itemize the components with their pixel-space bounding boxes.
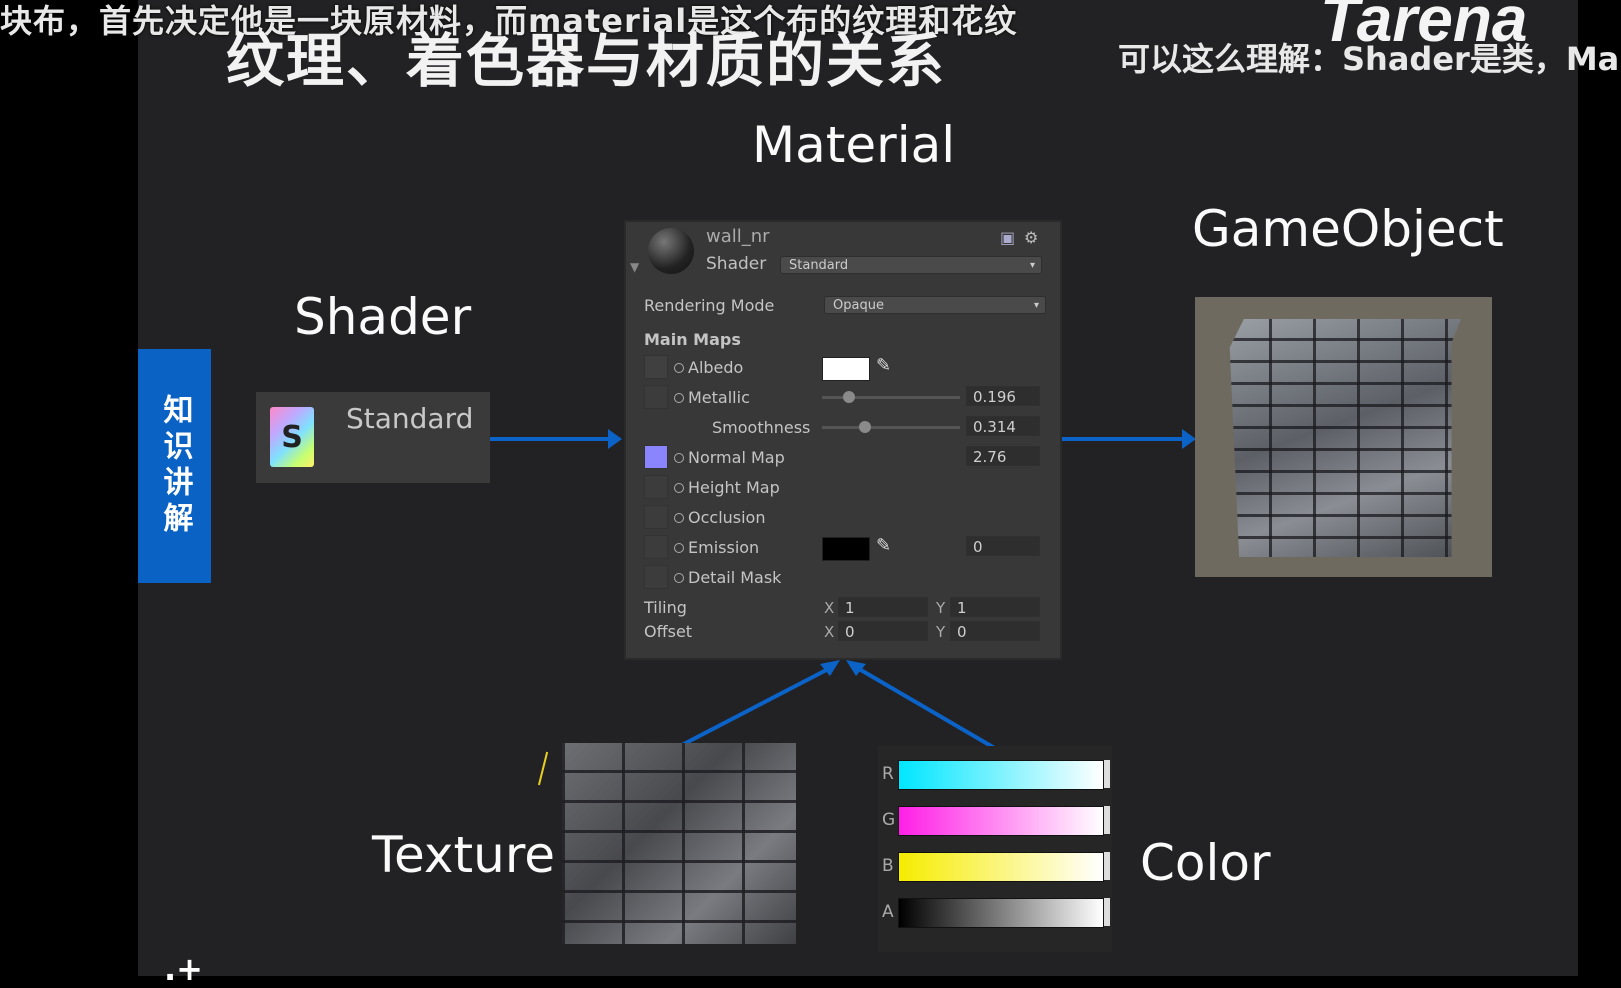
detail-mask-picker-dot-icon[interactable] — [674, 573, 684, 583]
arrow-color-to-material — [852, 664, 1000, 752]
stone-texture-image — [562, 743, 796, 944]
emission-label: Emission — [688, 538, 760, 557]
fold-arrow-icon[interactable]: ▼ — [630, 260, 639, 274]
channel-a-slider[interactable] — [898, 898, 1104, 928]
detail-mask-row: Detail Mask — [674, 568, 781, 587]
smoothness-label: Smoothness — [712, 418, 811, 437]
arrow-texture-to-material — [681, 664, 835, 747]
emission-color-swatch[interactable] — [822, 537, 870, 561]
albedo-label: Albedo — [688, 358, 744, 377]
channel-r-slider[interactable] — [898, 760, 1104, 790]
emission-eyedropper-icon[interactable]: ✎ — [876, 535, 891, 556]
albedo-row: Albedo — [674, 358, 743, 377]
height-map-row: Height Map — [674, 478, 780, 497]
material-name: wall_nr — [706, 226, 770, 247]
albedo-picker-dot-icon[interactable] — [674, 363, 684, 373]
rendering-mode-label: Rendering Mode — [644, 296, 775, 315]
help-book-icon[interactable]: ▣ — [1000, 228, 1015, 247]
detail-mask-label: Detail Mask — [688, 568, 782, 587]
emission-texture-slot[interactable] — [644, 535, 668, 559]
channel-a-handle[interactable] — [1104, 898, 1110, 926]
channel-a-label: A — [882, 902, 894, 922]
height-map-label: Height Map — [688, 478, 780, 497]
gear-icon[interactable]: ⚙ — [1024, 228, 1038, 247]
metallic-picker-dot-icon[interactable] — [674, 393, 684, 403]
smoothness-slider-knob[interactable] — [859, 421, 872, 433]
arrowhead-color — [846, 660, 866, 676]
normal-map-value-field[interactable]: 2.76 — [966, 446, 1040, 466]
pen-cursor-icon: .+ — [164, 950, 203, 988]
normal-map-picker-dot-icon[interactable] — [674, 453, 684, 463]
occlusion-label: Occlusion — [688, 508, 766, 527]
stone-cube-render — [1229, 319, 1461, 557]
smoothness-slider-track[interactable] — [822, 426, 960, 429]
smoothness-value-field[interactable]: 0.314 — [966, 416, 1040, 436]
channel-b-slider[interactable] — [898, 852, 1104, 882]
detail-mask-texture-slot[interactable] — [644, 565, 668, 589]
occlusion-row: Occlusion — [674, 508, 765, 527]
normal-map-row: Normal Map — [674, 448, 785, 467]
metallic-slider-knob[interactable] — [843, 391, 856, 403]
channel-b-handle[interactable] — [1104, 852, 1110, 880]
channel-r-handle[interactable] — [1104, 760, 1110, 788]
tiling-x-field[interactable]: 1 — [838, 597, 928, 617]
normal-map-label: Normal Map — [688, 448, 785, 467]
offset-label: Offset — [644, 622, 693, 641]
channel-g-handle[interactable] — [1104, 806, 1110, 834]
offset-x-axis-label: X — [824, 623, 835, 641]
main-maps-header: Main Maps — [644, 330, 741, 349]
shader-row-label: Shader — [706, 254, 767, 274]
offset-y-field[interactable]: 0 — [950, 621, 1040, 641]
material-inspector: ▼ wall_nr Shader Standard ▣ ⚙ Rendering … — [624, 220, 1062, 660]
gameobject-preview — [1195, 297, 1492, 577]
metallic-value-field[interactable]: 0.196 — [966, 386, 1040, 406]
color-channel-panel: R G B A — [878, 746, 1112, 952]
albedo-color-swatch[interactable] — [822, 357, 870, 381]
channel-g-label: G — [882, 810, 896, 830]
occlusion-texture-slot[interactable] — [644, 505, 668, 529]
albedo-eyedropper-icon[interactable]: ✎ — [876, 355, 891, 376]
rendering-mode-dropdown[interactable]: Opaque — [824, 296, 1046, 315]
tiling-label: Tiling — [644, 598, 687, 617]
albedo-texture-slot[interactable] — [644, 355, 668, 379]
inspector-header: ▼ wall_nr Shader Standard ▣ ⚙ — [626, 222, 1060, 284]
metallic-label: Metallic — [688, 388, 750, 407]
tiling-y-field[interactable]: 1 — [950, 597, 1040, 617]
offset-x-field[interactable]: 0 — [838, 621, 928, 641]
metallic-texture-slot[interactable] — [644, 385, 668, 409]
emission-picker-dot-icon[interactable] — [674, 543, 684, 553]
channel-b-label: B — [882, 856, 894, 876]
metallic-row: Metallic — [674, 388, 750, 407]
height-map-texture-slot[interactable] — [644, 475, 668, 499]
tiling-x-axis-label: X — [824, 599, 835, 617]
material-preview-sphere — [648, 228, 694, 274]
channel-g-slider[interactable] — [898, 806, 1104, 836]
offset-y-axis-label: Y — [936, 623, 946, 641]
tiling-y-axis-label: Y — [936, 599, 946, 617]
height-map-picker-dot-icon[interactable] — [674, 483, 684, 493]
normal-map-texture-slot[interactable] — [644, 445, 668, 469]
emission-value-field[interactable]: 0 — [966, 536, 1040, 556]
shader-dropdown[interactable]: Standard — [780, 256, 1042, 275]
occlusion-picker-dot-icon[interactable] — [674, 513, 684, 523]
emission-row: Emission — [674, 538, 759, 557]
channel-r-label: R — [882, 764, 894, 784]
